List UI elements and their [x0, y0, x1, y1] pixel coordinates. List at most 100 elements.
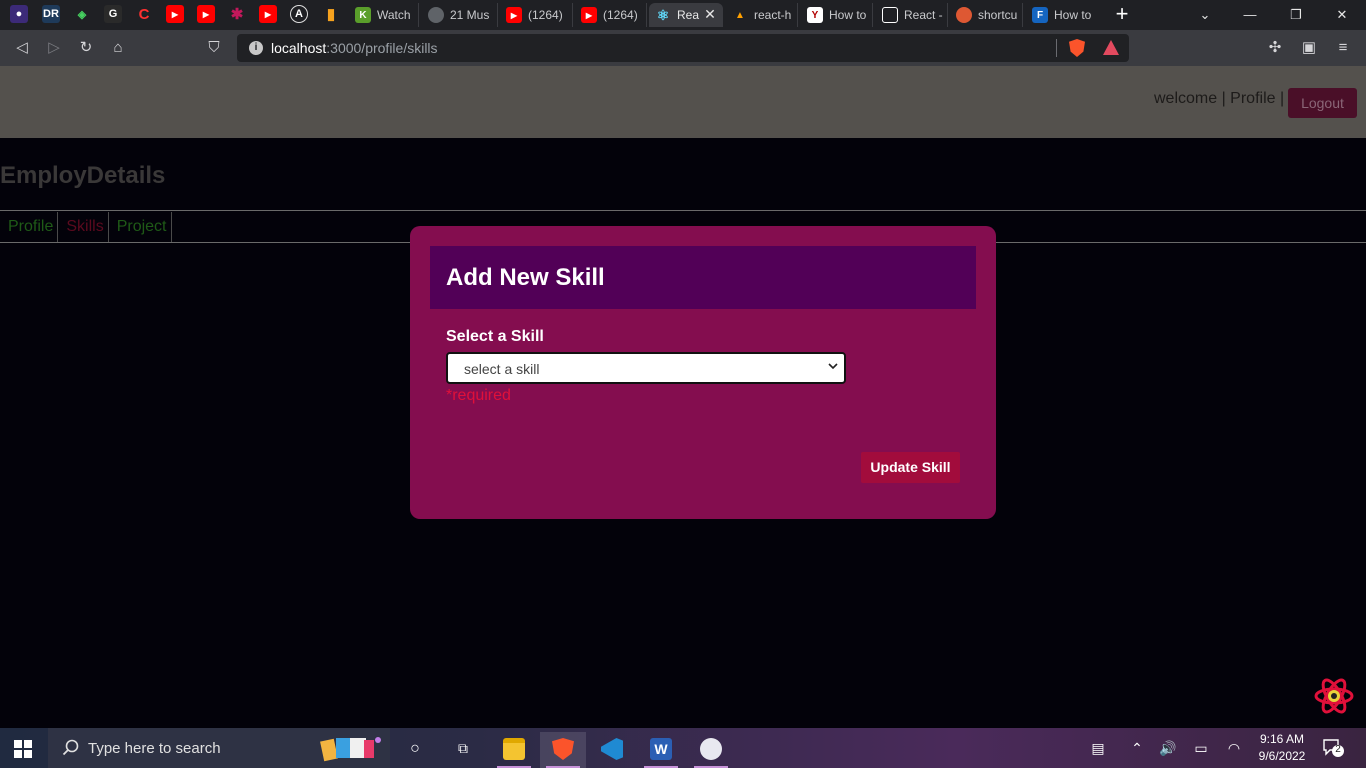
- paint-icon: [700, 738, 722, 760]
- profile-nav: Profile Skills Project: [0, 212, 172, 242]
- browser-tab-strip: ● DR ◈ G C ▶ ▶ ✱ ▶ A ▮ K Watch 21 Mus ▶ …: [0, 0, 1366, 30]
- nav-tab-skills[interactable]: Skills: [58, 212, 109, 242]
- modal-title: Add New Skill: [446, 264, 605, 291]
- pinned-tab-bookmark-icon[interactable]: ▮: [322, 5, 340, 23]
- site-info-icon[interactable]: i: [249, 41, 263, 55]
- tab-title: How to: [1054, 8, 1092, 22]
- task-view-icon[interactable]: ⧉: [453, 740, 473, 757]
- tray-overflow-chevron-icon[interactable]: ⌃: [1127, 740, 1147, 757]
- taskbar-vscode[interactable]: [589, 732, 635, 768]
- tab-firebase-icon: ▲: [735, 9, 745, 21]
- search-icon: [62, 739, 79, 756]
- pinned-tab-graphql-icon[interactable]: ✱: [228, 5, 246, 23]
- update-skill-button[interactable]: Update Skill: [861, 452, 960, 483]
- clock-time: 9:16 AM: [1259, 732, 1305, 746]
- url-text[interactable]: localhost:3000/profile/skills: [271, 40, 438, 56]
- tab-youtube-icon: ▶: [506, 7, 522, 23]
- taskbar-brave[interactable]: [540, 732, 586, 768]
- app-header: welcome | Profile | Logout: [0, 66, 1366, 138]
- pinned-tab-a-icon[interactable]: A: [290, 5, 308, 23]
- pinned-tab-profile-icon[interactable]: ●: [10, 5, 28, 23]
- battery-icon[interactable]: ▭: [1191, 740, 1211, 757]
- taskbar-clock[interactable]: 9:16 AM 9/6/2022: [1254, 731, 1310, 765]
- cortana-icon[interactable]: ○: [405, 740, 425, 758]
- restore-icon[interactable]: ❐: [1284, 5, 1308, 25]
- pinned-tab-g-label: G: [108, 8, 118, 20]
- tab-close-icon[interactable]: ✕: [702, 6, 718, 23]
- tab-2[interactable]: ▶ (1264): [500, 3, 573, 27]
- wallet-icon[interactable]: ▣: [1299, 38, 1319, 58]
- tab-title: 21 Mus: [450, 8, 490, 22]
- menu-icon[interactable]: ≡: [1333, 38, 1353, 58]
- news-widget-icon[interactable]: ▤: [1086, 740, 1110, 757]
- chevron-down-icon: [828, 363, 838, 370]
- taskbar-word[interactable]: W: [638, 732, 684, 768]
- windows-start-icon[interactable]: [14, 740, 32, 758]
- close-window-icon[interactable]: ✕: [1330, 5, 1354, 25]
- pinned-tab-youtube-icon[interactable]: ▶: [166, 5, 184, 23]
- brave-shield-icon[interactable]: [1069, 39, 1085, 57]
- back-icon[interactable]: ◁: [12, 38, 32, 58]
- logout-button[interactable]: Logout: [1288, 88, 1357, 118]
- pinned-tab-youtube-icon-3[interactable]: ▶: [259, 5, 277, 23]
- tab-1[interactable]: 21 Mus: [422, 3, 498, 27]
- tab-search-chevron-icon[interactable]: ⌄: [1193, 5, 1217, 25]
- clock-date: 9/6/2022: [1258, 749, 1306, 763]
- nav-tab-project[interactable]: Project: [109, 212, 172, 242]
- brave-rewards-icon[interactable]: [1103, 40, 1119, 55]
- nav-tab-profile[interactable]: Profile: [0, 212, 59, 242]
- tab-page-icon: [882, 7, 898, 23]
- skill-select[interactable]: select a skill: [446, 352, 846, 384]
- screen: ● DR ◈ G C ▶ ▶ ✱ ▶ A ▮ K Watch 21 Mus ▶ …: [0, 0, 1366, 768]
- nav-divider-top: [0, 210, 1366, 211]
- home-icon[interactable]: ⌂: [108, 38, 128, 58]
- taskbar-file-explorer[interactable]: [491, 732, 537, 768]
- header-welcome-links[interactable]: welcome | Profile |: [1154, 90, 1284, 108]
- volume-icon[interactable]: 🔊: [1158, 740, 1178, 757]
- wifi-icon[interactable]: ◠: [1224, 740, 1244, 757]
- minimize-icon[interactable]: —: [1238, 5, 1262, 25]
- tab-active[interactable]: ⚛ Rea ✕: [649, 3, 723, 27]
- url-host: localhost: [271, 40, 327, 56]
- required-error-text: *required: [446, 387, 511, 404]
- taskbar-search-box[interactable]: Type here to search: [48, 728, 390, 768]
- new-tab-button[interactable]: +: [1111, 3, 1133, 25]
- reload-icon[interactable]: ↻: [76, 38, 96, 58]
- taskbar-search-placeholder: Type here to search: [88, 740, 221, 757]
- tab-5[interactable]: ▲ react-h: [726, 3, 798, 27]
- pinned-tab-youtube-icon-2[interactable]: ▶: [197, 5, 215, 23]
- tab-3[interactable]: ▶ (1264): [575, 3, 647, 27]
- tab-title: Watch: [377, 8, 411, 22]
- vscode-icon: [601, 738, 623, 760]
- tab-7[interactable]: React -: [876, 3, 948, 27]
- tab-title: How to: [829, 8, 867, 22]
- tab-y-icon: Y: [807, 7, 823, 23]
- forward-icon[interactable]: ▷: [44, 38, 64, 58]
- extensions-icon[interactable]: ✣: [1265, 38, 1285, 58]
- tab-title: shortcu: [978, 8, 1018, 22]
- tab-0[interactable]: K Watch: [349, 3, 419, 27]
- browser-toolbar: ◁ ▷ ↻ ⌂ ⛉ i localhost:3000/profile/skill…: [0, 30, 1366, 66]
- tab-6[interactable]: Y How to: [801, 3, 873, 27]
- brave-icon: [552, 738, 574, 760]
- address-bar[interactable]: i localhost:3000/profile/skills: [237, 34, 1129, 62]
- tab-favicon-icon: K: [355, 7, 371, 23]
- bookmark-icon[interactable]: ⛉: [204, 38, 224, 58]
- tab-8[interactable]: shortcu: [950, 3, 1023, 27]
- tab-title: (1264): [528, 8, 563, 22]
- add-skill-modal: Add New Skill Select a Skill select a sk…: [410, 226, 996, 519]
- pinned-tab-g[interactable]: G: [104, 5, 122, 23]
- pinned-tab-dr[interactable]: DR: [42, 5, 60, 23]
- tab-9[interactable]: F How to: [1026, 3, 1098, 27]
- modal-header: Add New Skill: [430, 246, 976, 309]
- notification-center-icon[interactable]: 2: [1322, 738, 1344, 758]
- pinned-tab-gamepad-icon[interactable]: ◈: [73, 5, 91, 23]
- tab-globe-icon: [428, 7, 444, 23]
- tab-duckduckgo-icon: [956, 7, 972, 23]
- folder-icon: [503, 738, 525, 760]
- word-icon: W: [650, 738, 672, 760]
- pinned-tab-c[interactable]: C: [135, 5, 153, 23]
- taskbar-paint[interactable]: [688, 732, 734, 768]
- react-devtools-icon[interactable]: [1314, 676, 1354, 716]
- tab-title: react-h: [754, 8, 792, 22]
